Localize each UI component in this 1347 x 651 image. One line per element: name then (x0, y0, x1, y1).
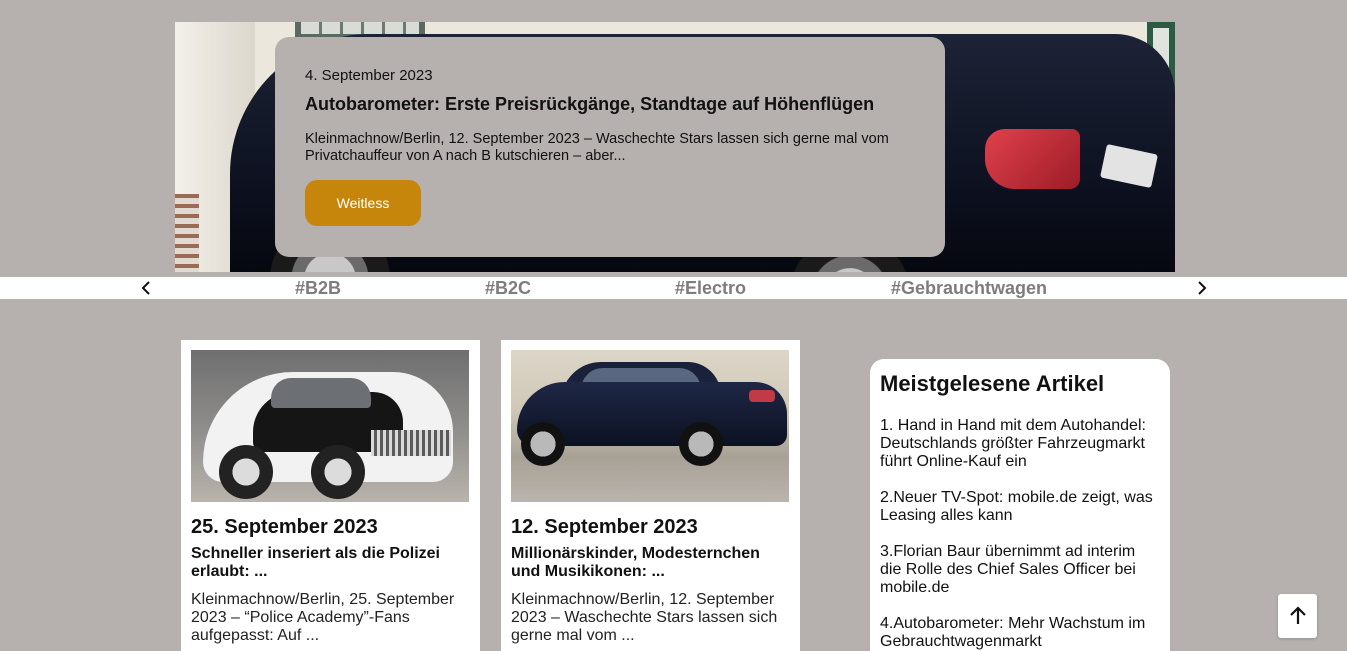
article-date: 25. September 2023 (191, 516, 378, 538)
most-read-item[interactable]: 1. Hand in Hand mit dem Autohandel: Deut… (880, 417, 1160, 471)
most-read-item[interactable]: 3.Florian Baur übernimmt ad interim die … (880, 543, 1160, 597)
sedan-wheel (521, 422, 565, 466)
sedan-wheel (679, 422, 723, 466)
arrow-up-icon (1289, 606, 1306, 624)
most-read-sidebar: Meistgelesene Artikel 1. Hand in Hand mi… (870, 359, 1170, 651)
chevron-right-icon (1198, 281, 1207, 295)
read-more-button[interactable]: Weitless (305, 180, 421, 226)
back-to-top-button[interactable] (1278, 594, 1317, 638)
article-card[interactable]: 25. September 2023 Schneller inseriert a… (181, 340, 480, 651)
chevron-left-icon (141, 281, 150, 295)
article-image-sedan[interactable] (511, 350, 789, 502)
police-car-grill (371, 430, 451, 456)
article-card[interactable]: 12. September 2023 Millionärskinder, Mod… (501, 340, 800, 651)
tag-b2b[interactable]: #B2B (295, 277, 341, 299)
tag-carousel: #B2B #B2C #Electro #Gebrauchtwagen (0, 277, 1347, 299)
article-image-police-car[interactable] (191, 350, 469, 502)
hero-article-title[interactable]: Autobarometer: Erste Preisrückgänge, Sta… (305, 94, 915, 115)
tag-electro[interactable]: #Electro (675, 277, 746, 299)
carousel-prev-button[interactable] (135, 277, 157, 299)
article-date: 12. September 2023 (511, 516, 698, 538)
article-title[interactable]: Schneller inseriert als die Polizei erla… (191, 545, 470, 581)
most-read-item[interactable]: 2.Neuer TV-Spot: mobile.de zeigt, was Le… (880, 489, 1160, 525)
carousel-next-button[interactable] (1191, 277, 1213, 299)
article-excerpt: Kleinmachnow/Berlin, 12. September 2023 … (511, 591, 778, 644)
article-excerpt: Kleinmachnow/Berlin, 25. September 2023 … (191, 591, 455, 644)
tag-b2c[interactable]: #B2C (485, 277, 531, 299)
sidebar-heading: Meistgelesene Artikel (880, 371, 1105, 396)
hero-article-card: 4. September 2023 Autobarometer: Erste P… (275, 37, 945, 257)
car-license-plate (1100, 143, 1158, 189)
car-taillight (985, 129, 1080, 189)
tag-gebrauchtwagen[interactable]: #Gebrauchtwagen (891, 277, 1047, 299)
sedan-taillight (749, 390, 775, 402)
police-car-wheel (311, 445, 365, 499)
police-car-wheel (219, 445, 273, 499)
police-car-window (271, 378, 371, 408)
most-read-item[interactable]: 4.Autobarometer: Mehr Wachstum im Gebrau… (880, 615, 1160, 651)
hero-article-date: 4. September 2023 (305, 67, 433, 84)
article-title[interactable]: Millionärskinder, Modesternchen und Musi… (511, 545, 790, 581)
hero-background-bench (175, 194, 199, 272)
hero-article-excerpt: Kleinmachnow/Berlin, 12. September 2023 … (305, 131, 889, 164)
